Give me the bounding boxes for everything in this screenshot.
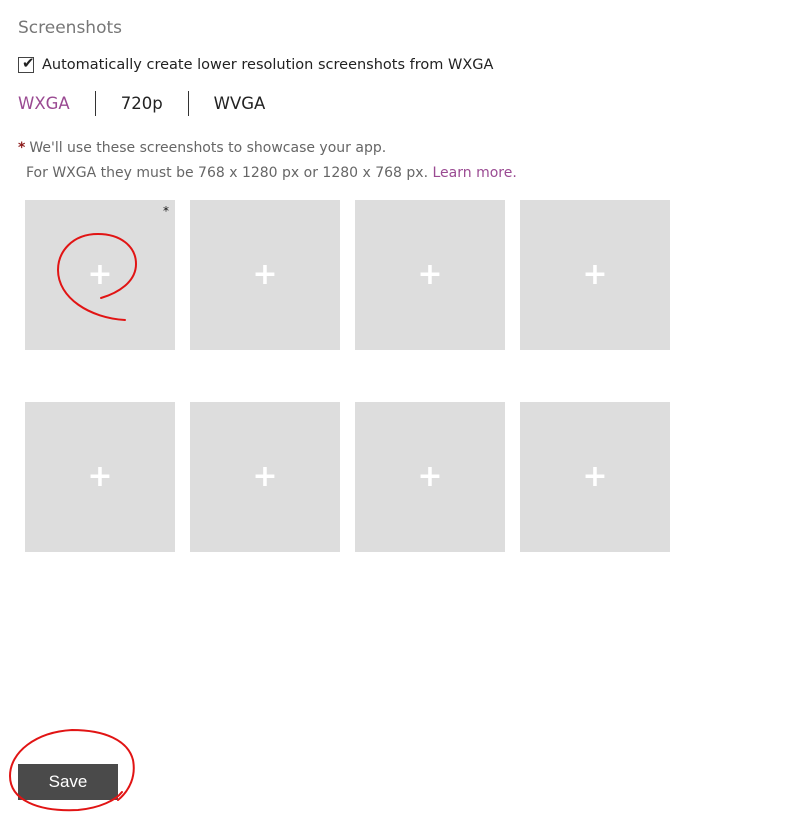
learn-more-link[interactable]: Learn more. <box>432 165 516 181</box>
screenshot-slot-5[interactable]: + <box>25 402 175 552</box>
note-line-1: We'll use these screenshots to showcase … <box>29 140 387 156</box>
screenshot-slot-4[interactable]: + <box>520 200 670 350</box>
required-marker: * <box>163 204 169 218</box>
size-note: For WXGA they must be 768 x 1280 px or 1… <box>26 165 517 181</box>
add-icon: + <box>87 459 113 494</box>
tab-wvga[interactable]: WVGA <box>214 94 266 113</box>
tab-wxga[interactable]: WXGA <box>18 94 70 113</box>
section-title: Screenshots <box>18 18 123 38</box>
auto-create-label: Automatically create lower resolution sc… <box>42 57 494 73</box>
screenshot-slot-3[interactable]: + <box>355 200 505 350</box>
screenshot-slot-6[interactable]: + <box>190 402 340 552</box>
checkmark-icon: ✔ <box>22 54 35 72</box>
required-marker: * <box>18 140 26 156</box>
add-icon: + <box>582 459 608 494</box>
add-icon: + <box>417 257 443 292</box>
screenshot-slot-7[interactable]: + <box>355 402 505 552</box>
resolution-tabs: WXGA 720p WVGA <box>18 90 265 116</box>
tab-divider <box>187 90 189 116</box>
add-icon: + <box>582 257 608 292</box>
screenshot-slot-8[interactable]: + <box>520 402 670 552</box>
note-line-2: For WXGA they must be 768 x 1280 px or 1… <box>26 165 429 181</box>
add-icon: + <box>252 459 278 494</box>
auto-create-checkbox[interactable]: ✔ <box>18 54 35 73</box>
add-icon: + <box>417 459 443 494</box>
save-button[interactable]: Save <box>18 764 118 800</box>
auto-create-row: ✔ Automatically create lower resolution … <box>18 54 493 76</box>
tab-divider <box>94 90 96 116</box>
screenshot-slot-1[interactable]: * + <box>25 200 175 350</box>
screenshot-slot-2[interactable]: + <box>190 200 340 350</box>
required-note: * We'll use these screenshots to showcase… <box>18 140 386 156</box>
tab-720p[interactable]: 720p <box>121 94 163 113</box>
add-icon: + <box>252 257 278 292</box>
add-icon: + <box>87 257 113 292</box>
